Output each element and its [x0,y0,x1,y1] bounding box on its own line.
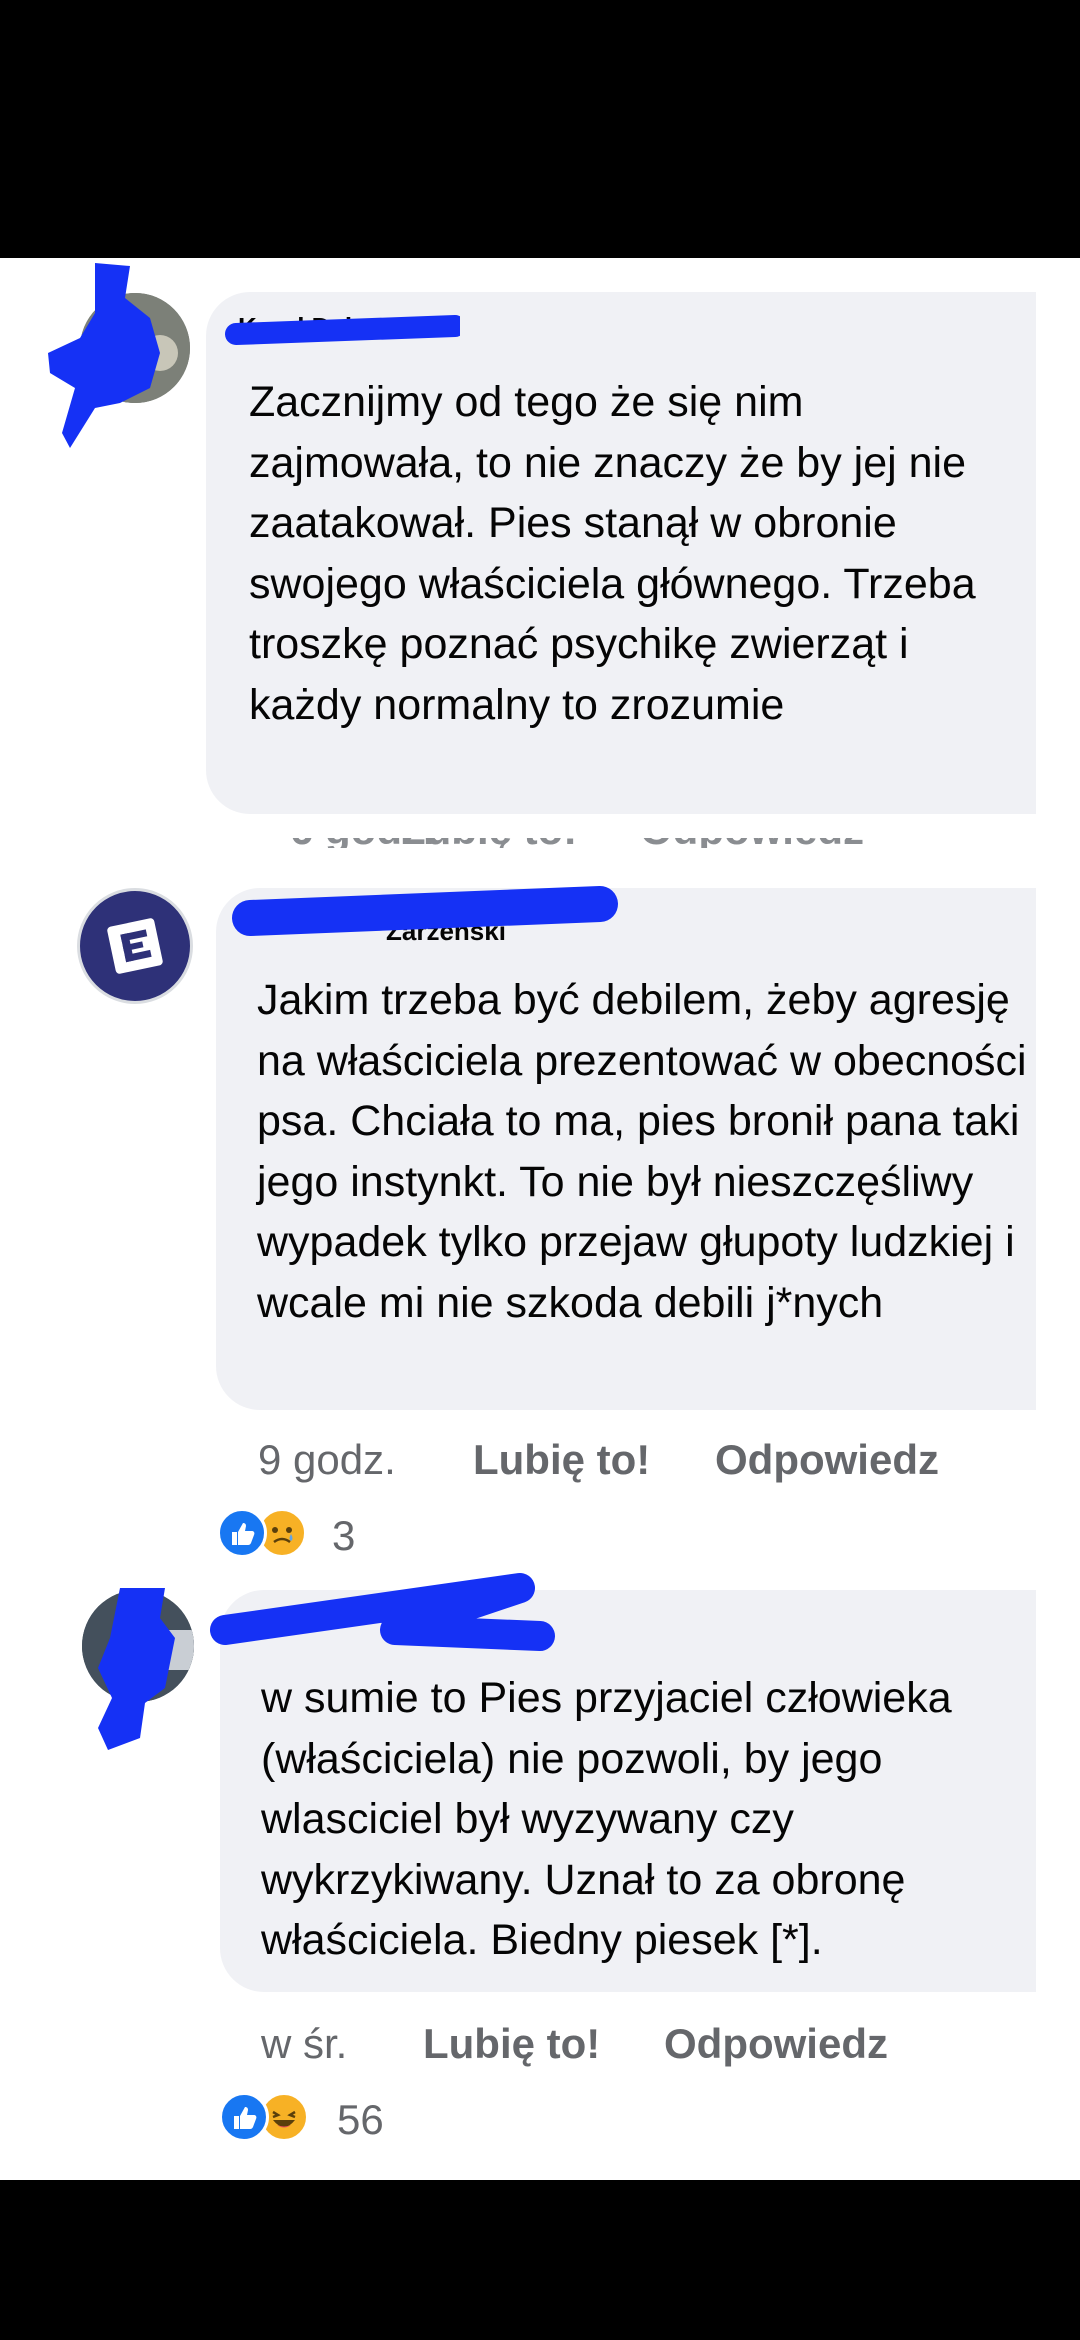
like-button-label[interactable]: Lubię to! [423,2020,600,2067]
like-reaction-icon [217,1508,267,1558]
comment-feed: Karol Dales Zacznijmy od tego że się nim… [0,258,1080,2180]
reply-button-label[interactable]: Odpowiedz [715,1436,939,1483]
comment-time[interactable]: w śr. [261,2020,347,2067]
like-button[interactable]: Lubię to! [423,2020,600,2068]
reply-button[interactable]: Odpowiedz [640,838,864,848]
reply-button[interactable]: Odpowiedz [715,1436,939,1484]
like-reaction-icon [219,2092,269,2142]
reaction-count[interactable]: 56 [337,2096,384,2144]
reply-button[interactable]: Odpowiedz [664,2020,888,2068]
reply-button-label[interactable]: Odpowiedz [664,2020,888,2067]
reaction-summary[interactable]: 56 [219,2092,399,2148]
comment-actions: w śr. [261,2020,347,2068]
